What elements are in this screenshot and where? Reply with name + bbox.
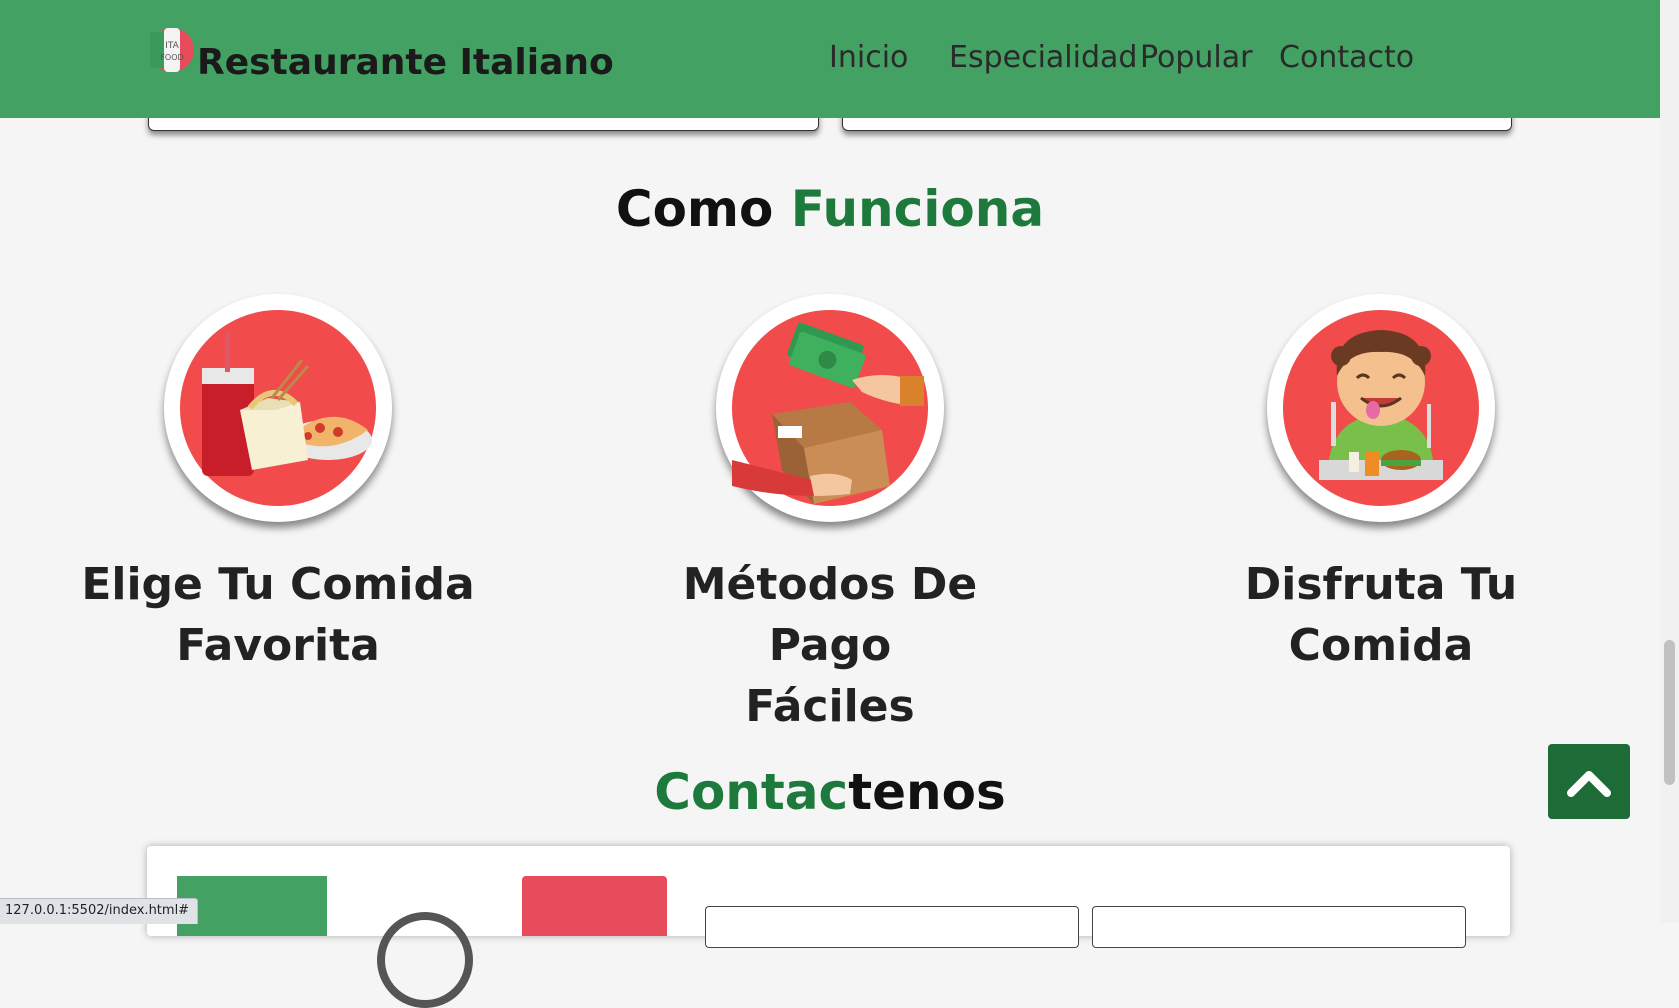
scroll-to-top-button[interactable] — [1548, 744, 1630, 819]
step-easy-payment-line2: Fáciles — [745, 681, 915, 732]
vertical-scrollbar[interactable] — [1660, 0, 1679, 923]
step-easy-payment-line1: Métodos De Pago — [682, 559, 978, 671]
nav-popular[interactable]: Popular — [1140, 40, 1253, 75]
food-combo-icon — [164, 294, 392, 522]
scrollbar-thumb[interactable] — [1664, 640, 1675, 785]
step-easy-payment-label: Métodos De Pago Fáciles — [630, 554, 1030, 737]
contact-circle-graphic — [377, 912, 473, 1008]
nav-inicio[interactable]: Inicio — [829, 40, 908, 75]
step-choose-food-line2: Favorita — [176, 620, 380, 671]
step-enjoy-food-line1: Disfruta Tu Comida — [1244, 559, 1518, 671]
browser-status-url: 127.0.0.1:5502/index.html# — [0, 898, 199, 924]
step-choose-food-label: Elige Tu Comida Favorita — [78, 554, 478, 676]
nav-especialidad[interactable]: Especialidad — [949, 40, 1137, 75]
payment-delivery-icon — [716, 294, 944, 522]
contact-title: Contactenos — [0, 763, 1660, 821]
contact-email-input[interactable] — [1092, 906, 1466, 948]
contact-green-block — [177, 876, 327, 936]
contact-title-part2: tenos — [848, 763, 1006, 821]
svg-text:ITA: ITA — [165, 41, 179, 51]
how-it-works-title-part1: Como — [615, 180, 791, 238]
step-easy-payment: Métodos De Pago Fáciles — [630, 294, 1030, 732]
how-it-works-title: Como Funciona — [0, 180, 1660, 238]
step-choose-food-line1: Elige Tu Comida — [81, 559, 475, 610]
step-enjoy-food: Disfruta Tu Comida — [1181, 294, 1581, 674]
site-header: ITA FOOD Restaurante Italiano Inicio Esp… — [0, 0, 1660, 118]
step-enjoy-food-label: Disfruta Tu Comida — [1181, 554, 1581, 676]
svg-text:FOOD: FOOD — [160, 53, 183, 62]
contact-title-accent: Contac — [654, 763, 849, 821]
chevron-up-icon — [1567, 771, 1611, 797]
contact-name-input[interactable] — [705, 906, 1079, 948]
brand-title[interactable]: Restaurante Italiano — [197, 42, 614, 83]
how-it-works-title-accent: Funciona — [790, 180, 1045, 238]
step-choose-food: Elige Tu Comida Favorita — [78, 294, 478, 674]
nav-contacto[interactable]: Contacto — [1279, 40, 1414, 75]
restaurant-logo-icon[interactable]: ITA FOOD — [148, 26, 196, 74]
happy-eater-icon — [1267, 294, 1495, 522]
contact-red-block — [522, 876, 667, 936]
